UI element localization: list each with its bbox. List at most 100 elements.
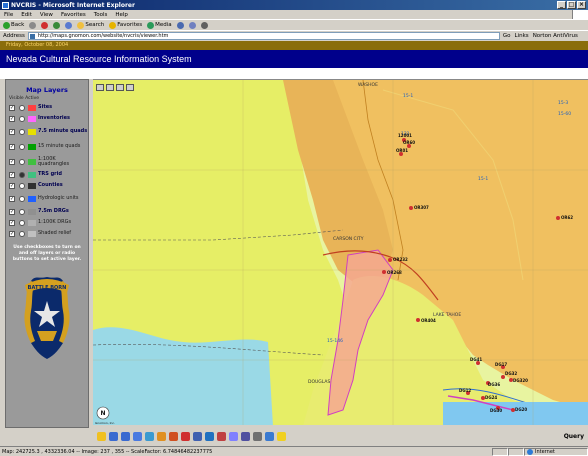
find-icon[interactable] <box>205 431 214 441</box>
menu-tools[interactable]: Tools <box>94 12 108 18</box>
layer-active-radio[interactable] <box>19 171 25 178</box>
globe-icon <box>527 448 533 455</box>
forward-button[interactable] <box>29 21 37 29</box>
site-marker[interactable] <box>388 258 392 262</box>
zoom-out-icon[interactable] <box>121 431 130 441</box>
layer-name: Sites <box>38 104 53 110</box>
layer-active-radio[interactable] <box>19 128 25 135</box>
browser-toolbar: Back Search Favorites Media <box>0 19 588 30</box>
maximize-icon[interactable]: □ <box>567 1 576 9</box>
lightning-icon[interactable] <box>97 431 106 441</box>
layer-visible-checkbox[interactable]: ✓ <box>9 219 15 226</box>
menu-view[interactable]: View <box>40 12 53 18</box>
pan-icon[interactable] <box>157 431 166 441</box>
layer-swatch-icon <box>28 115 36 122</box>
refresh-button[interactable] <box>53 21 61 29</box>
layer-name: 1:100K DRGs <box>38 219 72 225</box>
layer-active-radio[interactable] <box>19 104 25 111</box>
layer-visible-checkbox[interactable]: ✓ <box>9 143 15 150</box>
select-line-icon[interactable] <box>241 431 250 441</box>
site-label: OR60 <box>403 140 415 145</box>
layer-active-radio[interactable] <box>19 195 25 202</box>
links-button[interactable]: Links <box>515 33 529 39</box>
minimize-icon[interactable]: _ <box>557 1 566 9</box>
layer-active-radio[interactable] <box>19 158 25 165</box>
media-button[interactable]: Media <box>147 21 172 29</box>
layer-visible-checkbox[interactable]: ✓ <box>9 182 15 189</box>
search-label: Search <box>85 22 105 28</box>
layer-active-radio[interactable] <box>19 219 25 226</box>
site-label: OR404 <box>421 318 436 323</box>
layer-name: Counties <box>38 182 63 188</box>
map-canvas[interactable]: WASHOE CARSON CITY DOUGLAS LAKE TAHOE 15… <box>93 80 588 425</box>
site-label: OR232 <box>393 257 408 262</box>
layer-visible-checkbox[interactable]: ✓ <box>9 158 15 165</box>
layer-name: Shaded relief <box>38 230 72 236</box>
select-box-icon[interactable] <box>229 431 238 441</box>
norton-button[interactable]: Norton AntiVirus <box>533 33 578 39</box>
mail-button[interactable] <box>188 21 196 29</box>
save-map-icon[interactable] <box>106 84 114 91</box>
site-marker[interactable] <box>556 216 560 220</box>
media-icon <box>147 21 155 29</box>
zoom-previous-icon[interactable] <box>133 431 142 441</box>
map-view[interactable]: WASHOE CARSON CITY DOUGLAS LAKE TAHOE 15… <box>93 79 588 425</box>
site-label: DG24 <box>485 395 497 400</box>
layer-active-radio[interactable] <box>19 182 25 189</box>
site-label: DG30 <box>490 408 502 413</box>
layer-name: 7.5 minute quads <box>38 128 88 134</box>
clear-selection-icon[interactable] <box>253 431 262 441</box>
zoom-in-icon[interactable] <box>109 431 118 441</box>
search-button[interactable]: Search <box>77 21 105 29</box>
layer-name: Hydrologic units <box>38 195 79 201</box>
status-text: Map: 242725.3 , 4332336.04 -- Image: 237… <box>2 448 213 455</box>
close-icon[interactable]: × <box>577 1 586 9</box>
home-button[interactable] <box>65 21 73 29</box>
menu-edit[interactable]: Edit <box>21 12 32 18</box>
legend-icon[interactable] <box>126 84 134 91</box>
site-marker[interactable] <box>409 206 413 210</box>
ie-icon <box>2 1 9 9</box>
stop-icon[interactable] <box>169 431 178 441</box>
layer-visible-checkbox[interactable]: ✓ <box>9 128 15 135</box>
layer-active-radio[interactable] <box>19 230 25 237</box>
layer-visible-checkbox[interactable]: ✓ <box>9 104 15 111</box>
query-icon[interactable] <box>193 431 202 441</box>
layer-visible-checkbox[interactable]: ✓ <box>9 171 15 178</box>
layer-active-radio[interactable] <box>19 143 25 150</box>
site-label: OR307 <box>414 205 429 210</box>
back-arrow-icon <box>3 21 10 29</box>
favorites-button[interactable]: Favorites <box>109 21 143 29</box>
help-icon[interactable] <box>277 431 286 441</box>
print-tool-icon[interactable] <box>265 431 274 441</box>
menu-favorites[interactable]: Favorites <box>61 12 86 18</box>
favorites-label: Favorites <box>117 22 143 28</box>
identify-icon[interactable] <box>181 431 190 441</box>
label-douglas: DOUGLAS <box>308 379 330 385</box>
layer-name: 1:100K quadrangles <box>38 155 70 167</box>
back-label: Back <box>11 22 25 28</box>
layer-swatch-icon <box>28 230 36 237</box>
address-input[interactable]: http://maps.gnomon.com/website/nvcris/vi… <box>27 31 500 40</box>
layer-active-radio[interactable] <box>19 115 25 122</box>
history-button[interactable] <box>176 21 184 29</box>
address-right-group: Go Links Norton AntiVirus <box>503 33 578 39</box>
zoom-full-icon[interactable] <box>145 431 154 441</box>
layer-visible-checkbox[interactable]: ✓ <box>9 230 15 237</box>
go-button[interactable]: Go <box>503 33 511 39</box>
layer-active-radio[interactable] <box>19 208 25 215</box>
print-button[interactable] <box>200 21 208 29</box>
measure-icon[interactable] <box>217 431 226 441</box>
print-map-icon[interactable] <box>96 84 104 91</box>
menu-help[interactable]: Help <box>115 12 128 18</box>
stop-button[interactable] <box>41 21 49 29</box>
site-marker[interactable] <box>416 318 420 322</box>
menu-file[interactable]: File <box>4 12 13 18</box>
layer-visible-checkbox[interactable]: ✓ <box>9 195 15 202</box>
layers-panel-title: Map Layers <box>26 86 68 94</box>
layer-visible-checkbox[interactable]: ✓ <box>9 115 15 122</box>
layer-visible-checkbox[interactable]: ✓ <box>9 208 15 215</box>
back-button[interactable]: Back <box>3 21 25 29</box>
overview-icon[interactable] <box>116 84 124 91</box>
site-marker[interactable] <box>382 270 386 274</box>
